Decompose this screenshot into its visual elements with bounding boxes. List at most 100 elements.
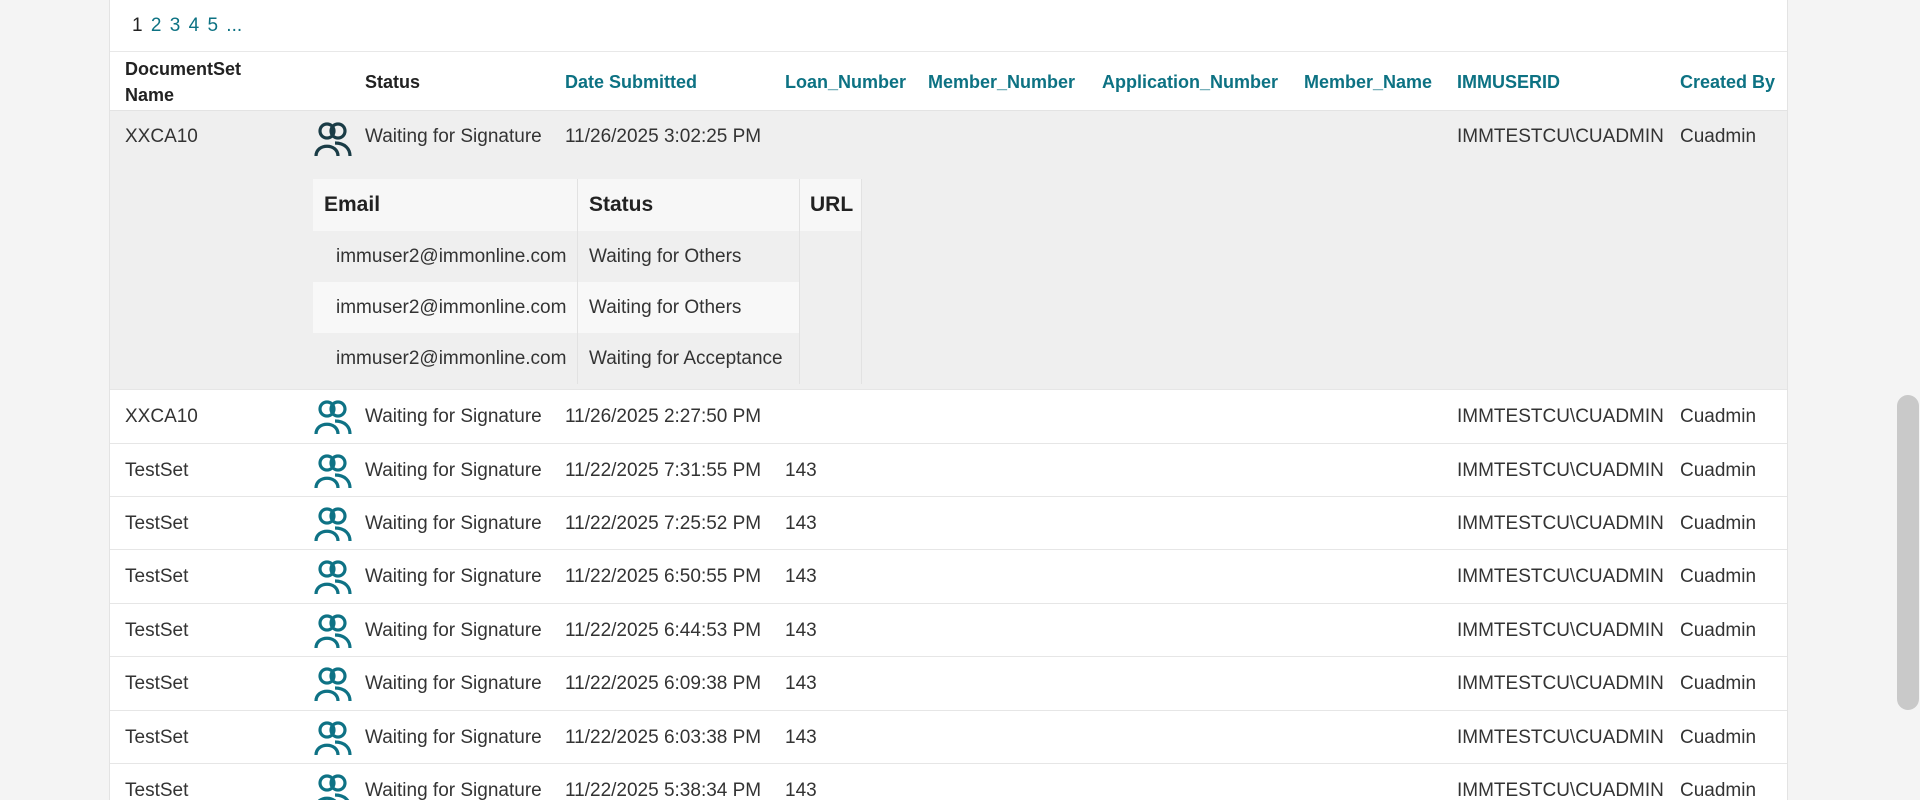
page-1-link[interactable]: 1 [132, 15, 143, 36]
table-row-expanded[interactable]: XXCA10 Waiting for Signature 11/26/2025 … [110, 111, 1787, 390]
row-loan-number: 143 [785, 565, 817, 587]
row-loan-number: 143 [785, 512, 817, 534]
row-created-by: Cuadmin [1680, 726, 1757, 748]
row-status: Waiting for Signature [365, 405, 542, 427]
signers-icon[interactable] [313, 557, 353, 597]
row-date-submitted: 11/22/2025 6:03:38 PM [565, 726, 762, 748]
row-created-by: Cuadmin [1680, 126, 1757, 147]
row-loan-number: 143 [785, 672, 817, 694]
col-header-loan-number[interactable]: Loan_Number [785, 52, 906, 112]
col-header-date-submitted[interactable]: Date Submitted [565, 52, 697, 112]
detail-email: immuser2@immonline.com [336, 347, 567, 369]
detail-row: immuser2@immonline.com Waiting for Other… [313, 231, 799, 282]
row-loan-number: 143 [785, 726, 817, 748]
row-status: Waiting for Signature [365, 565, 542, 587]
page-4-link[interactable]: 4 [189, 15, 200, 36]
signers-icon[interactable] [313, 397, 353, 437]
signers-icon[interactable] [313, 664, 353, 704]
table-header: DocumentSet Name Status Date Submitted L… [110, 51, 1787, 111]
col-header-created-by[interactable]: Created By [1680, 52, 1775, 112]
row-name: XXCA10 [125, 126, 198, 147]
row-date-submitted: 11/22/2025 6:50:55 PM [565, 565, 762, 587]
row-loan-number: 143 [785, 459, 817, 481]
row-created-by: Cuadmin [1680, 565, 1757, 587]
signers-detail-header: Email Status URL [313, 179, 862, 231]
page-2-link[interactable]: 2 [151, 15, 162, 36]
row-name: TestSet [125, 619, 189, 641]
table-row[interactable]: TestSet Waiting for Signature 11/22/2025… [110, 550, 1787, 604]
detail-row: immuser2@immonline.com Waiting for Other… [313, 282, 799, 333]
row-date-submitted: 11/22/2025 7:31:55 PM [565, 459, 762, 481]
page-3-link[interactable]: 3 [170, 15, 181, 36]
col-header-immuserid[interactable]: IMMUSERID [1457, 52, 1560, 112]
table-row[interactable]: TestSet Waiting for Signature 11/22/2025… [110, 657, 1787, 711]
row-created-by: Cuadmin [1680, 405, 1757, 427]
signers-icon[interactable] [313, 451, 353, 491]
detail-divider [861, 179, 862, 384]
row-created-by: Cuadmin [1680, 672, 1757, 694]
row-date-submitted: 11/22/2025 6:44:53 PM [565, 619, 762, 641]
table-row[interactable]: XXCA10 Waiting for Signature 11/26/2025 … [110, 390, 1787, 444]
row-immuserid: IMMTESTCU\CUADMIN [1457, 126, 1664, 147]
row-name: TestSet [125, 779, 189, 800]
row-status: Waiting for Signature [365, 619, 542, 641]
detail-status: Waiting for Acceptance [589, 347, 783, 369]
row-immuserid: IMMTESTCU\CUADMIN [1457, 459, 1664, 481]
detail-status: Waiting for Others [589, 296, 742, 318]
row-name: TestSet [125, 565, 189, 587]
col-header-name: DocumentSet Name [125, 59, 242, 105]
detail-email: immuser2@immonline.com [336, 245, 567, 267]
signers-icon[interactable] [313, 504, 353, 544]
signers-icon[interactable] [313, 771, 353, 800]
row-name: TestSet [125, 459, 189, 481]
row-immuserid: IMMTESTCU\CUADMIN [1457, 619, 1664, 641]
row-name: XXCA10 [125, 405, 198, 427]
detail-divider [799, 179, 800, 384]
detail-email: immuser2@immonline.com [336, 296, 567, 318]
row-status: Waiting for Signature [365, 779, 542, 800]
row-immuserid: IMMTESTCU\CUADMIN [1457, 726, 1664, 748]
row-date-submitted: 11/26/2025 3:02:25 PM [565, 126, 762, 147]
col-header-status: Status [365, 72, 421, 92]
table-row[interactable]: TestSet Waiting for Signature 11/22/2025… [110, 604, 1787, 657]
row-date-submitted: 11/22/2025 6:09:38 PM [565, 672, 762, 694]
signers-icon[interactable] [313, 611, 353, 651]
signers-icon[interactable] [313, 718, 353, 758]
signers-icon[interactable] [313, 119, 353, 159]
col-header-application-number[interactable]: Application_Number [1102, 52, 1278, 112]
row-created-by: Cuadmin [1680, 459, 1757, 481]
pagination: 1 2 3 4 5 ... [132, 15, 245, 37]
row-date-submitted: 11/22/2025 5:38:34 PM [565, 779, 762, 800]
table-row[interactable]: TestSet Waiting for Signature 11/22/2025… [110, 444, 1787, 497]
row-immuserid: IMMTESTCU\CUADMIN [1457, 512, 1664, 534]
row-status: Waiting for Signature [365, 726, 542, 748]
row-created-by: Cuadmin [1680, 779, 1757, 800]
row-created-by: Cuadmin [1680, 619, 1757, 641]
detail-divider [577, 179, 578, 384]
row-status: Waiting for Signature [365, 512, 542, 534]
row-date-submitted: 11/22/2025 7:25:52 PM [565, 512, 762, 534]
col-header-member-number[interactable]: Member_Number [928, 52, 1075, 112]
detail-status: Waiting for Others [589, 245, 742, 267]
page-5-link[interactable]: 5 [207, 15, 218, 36]
document-sets-panel: 1 2 3 4 5 ... DocumentSet Name Status Da… [109, 0, 1788, 800]
vertical-scrollbar[interactable] [1897, 395, 1919, 710]
row-name: TestSet [125, 726, 189, 748]
col-header-member-name[interactable]: Member_Name [1304, 52, 1432, 112]
row-immuserid: IMMTESTCU\CUADMIN [1457, 779, 1664, 800]
page-more-link[interactable]: ... [226, 15, 242, 36]
table-row[interactable]: TestSet Waiting for Signature 11/22/2025… [110, 497, 1787, 550]
table-row[interactable]: TestSet Waiting for Signature 11/22/2025… [110, 764, 1787, 800]
row-date-submitted: 11/26/2025 2:27:50 PM [565, 405, 762, 427]
row-status: Waiting for Signature [365, 459, 542, 481]
row-name: TestSet [125, 672, 189, 694]
row-loan-number: 143 [785, 779, 817, 800]
row-status: Waiting for Signature [365, 126, 542, 147]
row-loan-number: 143 [785, 619, 817, 641]
row-immuserid: IMMTESTCU\CUADMIN [1457, 405, 1664, 427]
row-status: Waiting for Signature [365, 672, 542, 694]
table-row[interactable]: TestSet Waiting for Signature 11/22/2025… [110, 711, 1787, 764]
detail-row: immuser2@immonline.com Waiting for Accep… [313, 333, 799, 384]
row-immuserid: IMMTESTCU\CUADMIN [1457, 672, 1664, 694]
detail-col-email: Email [324, 193, 381, 216]
